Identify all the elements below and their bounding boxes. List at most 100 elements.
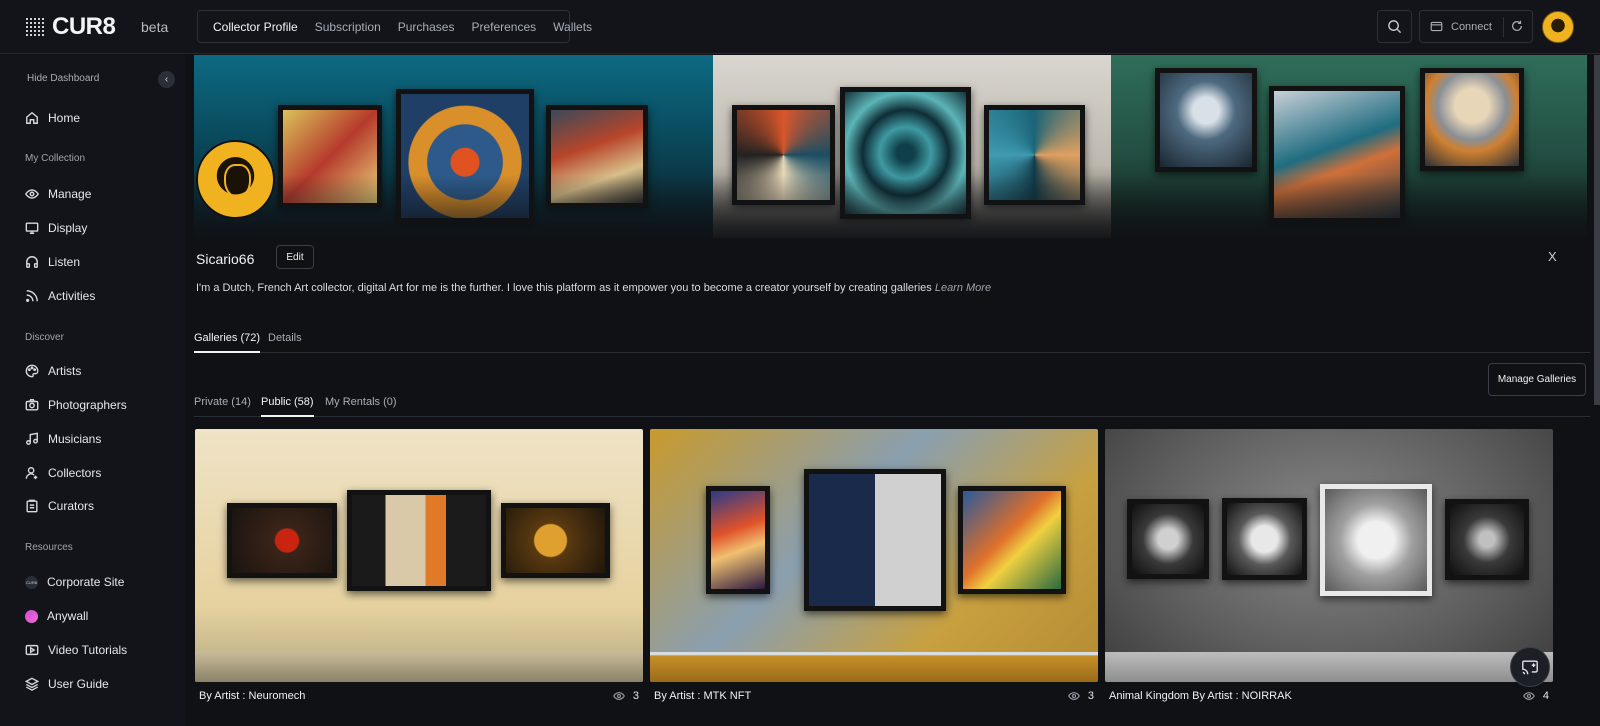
tab-galleries[interactable]: Galleries (72) <box>194 332 261 353</box>
search-icon <box>1388 20 1402 34</box>
sidebar-item-video-tutorials[interactable]: Video Tutorials <box>25 643 127 657</box>
sidebar-item-label: Corporate Site <box>47 575 125 589</box>
tab-details[interactable]: Details <box>268 332 302 351</box>
top-bar: CUR8 beta Collector Profile Subscription… <box>0 0 1600 54</box>
sidebar-item-activities[interactable]: Activities <box>25 289 95 303</box>
sidebar-item-collectors[interactable]: Collectors <box>25 466 101 480</box>
collapse-sidebar-button[interactable]: ‹ <box>158 71 175 88</box>
music-note-icon <box>26 432 38 445</box>
banner-gradient <box>194 175 1587 238</box>
nav-subscription[interactable]: Subscription <box>315 20 381 34</box>
tab-public[interactable]: Public (58) <box>261 396 314 417</box>
sidebar-item-label: Video Tutorials <box>48 643 128 657</box>
gallery-thumbnail[interactable] <box>195 429 643 682</box>
gallery-subtabs: Private (14) Public (58) My Rentals (0) <box>194 393 1590 417</box>
edit-profile-button[interactable]: Edit <box>276 245 314 269</box>
profile-banner <box>194 55 1587 238</box>
sidebar-item-artists[interactable]: Artists <box>25 364 81 378</box>
gallery-views: 3 <box>1068 690 1094 702</box>
nav-preferences[interactable]: Preferences <box>471 20 536 34</box>
view-count: 3 <box>632 690 639 702</box>
sidebar-item-label: Artists <box>48 364 82 378</box>
sidebar-item-label: Manage <box>48 187 92 201</box>
page-scrollbar[interactable] <box>1594 55 1600 405</box>
profile-bio: I'm a Dutch, French Art collector, digit… <box>196 282 991 294</box>
gallery-card[interactable]: By Artist : Neuromech 3 <box>195 429 643 726</box>
tab-my-rentals[interactable]: My Rentals (0) <box>325 396 397 415</box>
clipboard-icon <box>26 499 38 513</box>
anywall-logo-icon <box>25 609 38 623</box>
cast-icon <box>1522 660 1538 675</box>
sidebar-item-label: Musicians <box>48 432 102 446</box>
wallet-icon <box>1430 21 1443 32</box>
sidebar-item-musicians[interactable]: Musicians <box>25 432 101 446</box>
main-content: Sicario66 Edit X I'm a Dutch, French Art… <box>185 55 1600 726</box>
divider <box>1503 17 1504 37</box>
rss-icon <box>26 290 38 302</box>
sidebar-item-display[interactable]: Display <box>25 221 87 235</box>
sidebar-item-label: Home <box>48 111 81 125</box>
section-resources: Resources <box>25 542 73 553</box>
gallery-card[interactable]: By Artist : MTK NFT 3 <box>650 429 1098 726</box>
gallery-thumbnail[interactable] <box>650 429 1098 682</box>
sidebar-item-label: Anywall <box>47 609 89 623</box>
sidebar-item-label: Curators <box>48 499 95 513</box>
camera-icon <box>25 399 39 411</box>
profile-avatar[interactable] <box>196 140 275 219</box>
video-icon <box>25 644 39 656</box>
sidebar-item-label: Display <box>48 221 88 235</box>
section-discover: Discover <box>25 332 64 343</box>
sidebar-item-label: Activities <box>48 289 96 303</box>
gallery-floor <box>1105 652 1553 682</box>
logo-text: CUR8 <box>52 13 116 40</box>
sidebar-item-home[interactable]: Home <box>25 111 80 125</box>
user-icon <box>25 467 38 480</box>
gallery-title[interactable]: Animal Kingdom By Artist : NOIRRAK <box>1109 690 1292 702</box>
sidebar-item-manage[interactable]: Manage <box>25 187 91 201</box>
chevron-left-icon: ‹ <box>164 74 169 85</box>
sidebar: Hide Dashboard ‹ Home My Collection Mana… <box>0 55 185 726</box>
sidebar-item-photographers[interactable]: Photographers <box>25 398 127 412</box>
manage-galleries-button[interactable]: Manage Galleries <box>1488 363 1586 396</box>
palette-icon <box>25 364 39 378</box>
user-avatar[interactable] <box>1542 11 1574 43</box>
nav-purchases[interactable]: Purchases <box>398 20 455 34</box>
gallery-views: 4 <box>1523 690 1549 702</box>
sidebar-item-curators[interactable]: Curators <box>25 499 94 513</box>
sidebar-item-label: Photographers <box>48 398 127 412</box>
hide-dashboard-label[interactable]: Hide Dashboard <box>27 73 99 84</box>
gallery-card[interactable]: Animal Kingdom By Artist : NOIRRAK 4 <box>1105 429 1553 726</box>
sidebar-item-label: Collectors <box>48 466 102 480</box>
sidebar-item-anywall[interactable]: Anywall <box>25 609 88 623</box>
top-nav: Collector Profile Subscription Purchases… <box>197 10 592 43</box>
sidebar-item-listen[interactable]: Listen <box>25 255 80 269</box>
gallery-thumbnail[interactable] <box>1105 429 1553 682</box>
sidebar-item-user-guide[interactable]: User Guide <box>25 677 109 691</box>
search-button[interactable] <box>1377 10 1412 43</box>
gallery-title[interactable]: By Artist : Neuromech <box>199 690 305 702</box>
app-root: CUR8 beta Collector Profile Subscription… <box>0 0 1600 726</box>
nav-collector-profile[interactable]: Collector Profile <box>213 20 298 34</box>
gallery-title[interactable]: By Artist : MTK NFT <box>654 690 751 702</box>
cast-button[interactable] <box>1510 647 1550 687</box>
x-social-icon[interactable]: X <box>1548 249 1557 264</box>
profile-username: Sicario66 <box>196 251 255 267</box>
sidebar-item-label: Listen <box>48 255 81 269</box>
refresh-icon[interactable] <box>1510 19 1524 33</box>
beta-badge: beta <box>141 19 169 35</box>
connect-button[interactable]: Connect <box>1419 10 1533 43</box>
eye-icon <box>1068 692 1080 700</box>
eye-icon <box>25 189 39 199</box>
eye-icon <box>1523 692 1535 700</box>
sidebar-item-label: User Guide <box>48 677 109 691</box>
sidebar-item-corporate-site[interactable]: CUR8 Corporate Site <box>25 575 124 589</box>
learn-more-link[interactable]: Learn More <box>935 282 991 294</box>
layers-icon <box>25 677 39 691</box>
tab-private[interactable]: Private (14) <box>194 396 251 415</box>
logo-mark-icon <box>26 18 44 36</box>
headphones-icon <box>26 256 38 268</box>
logo[interactable]: CUR8 <box>26 13 116 41</box>
gallery-floor <box>195 652 643 682</box>
connect-label: Connect <box>1451 20 1492 33</box>
nav-wallets[interactable]: Wallets <box>553 20 592 34</box>
